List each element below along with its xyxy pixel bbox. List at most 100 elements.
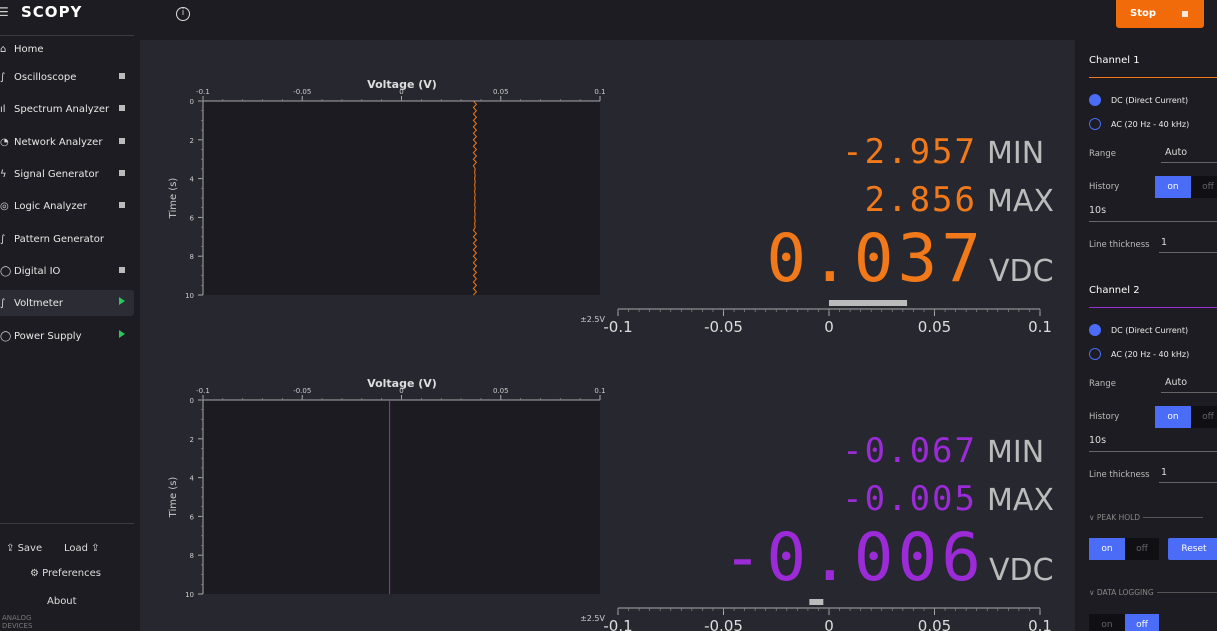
reset-button[interactable]: Reset (1168, 538, 1217, 560)
sidebar: ☰ SCOPY ⌂ Home ∫ Oscilloscope ıl Spectrum Ana… (0, 0, 140, 631)
min-label: MIN (987, 136, 1044, 171)
bar-tick-label: -0.05 (704, 318, 743, 336)
section-divider (1156, 592, 1217, 593)
sidebar-item-spectrum-analyzer[interactable]: ıl Spectrum Analyzer (0, 96, 134, 122)
line-thickness-label: Line thickness (1089, 470, 1150, 480)
bar-tick-label: -0.1 (603, 318, 632, 336)
x-tick-label: 0.05 (493, 387, 509, 395)
range-label: Range (1089, 149, 1116, 159)
history-duration[interactable]: 10s (1089, 435, 1106, 446)
y-tick-label: 4 (190, 475, 195, 483)
line-thickness-label: Line thickness (1089, 240, 1150, 250)
history-duration[interactable]: 10s (1089, 205, 1106, 216)
y-tick-label: 4 (190, 176, 195, 184)
stopped-indicator-icon[interactable] (119, 267, 125, 273)
dc-radio[interactable] (1089, 324, 1101, 336)
digital-io-icon: ◯ (0, 265, 12, 277)
about-button[interactable]: About (47, 596, 77, 607)
range-label: ±2.5V (580, 315, 605, 324)
range-select[interactable]: Auto (1165, 377, 1187, 388)
sidebar-item-pattern-generator[interactable]: ∫ Pattern Generator (0, 226, 134, 252)
preferences-button[interactable]: ⚙ Preferences (30, 568, 101, 579)
x-tick-label: 0 (399, 387, 403, 395)
stopped-indicator-icon[interactable] (119, 170, 125, 176)
value-bar (829, 300, 908, 306)
network-icon: ◔ (0, 136, 9, 148)
data-logging-off[interactable]: off (1125, 614, 1159, 631)
plot-area (203, 400, 600, 594)
brand: ☰ SCOPY (0, 0, 140, 30)
dc-label: DC (Direct Current) (1111, 326, 1189, 335)
sidebar-item-oscilloscope[interactable]: ∫ Oscilloscope (0, 64, 134, 90)
ac-radio[interactable] (1089, 348, 1101, 360)
stopped-indicator-icon[interactable] (119, 73, 125, 79)
ac-label: AC (20 Hz - 40 kHz) (1111, 120, 1190, 129)
sidebar-item-digital-io[interactable]: ◯ Digital IO (0, 258, 134, 284)
sidebar-item-signal-generator[interactable]: ϟ Signal Generator (0, 161, 134, 187)
menu-icon[interactable]: ☰ (0, 5, 9, 19)
peak-hold-off[interactable]: off (1125, 538, 1159, 560)
data-logging-title[interactable]: ∨ DATA LOGGING (1089, 588, 1154, 597)
line-thickness-input[interactable]: 1 (1161, 467, 1167, 478)
bar-tick-label: 0.05 (918, 617, 951, 631)
sidebar-item-voltmeter[interactable]: ∫ Voltmeter (0, 290, 134, 316)
sidebar-item-home[interactable]: ⌂ Home (0, 36, 134, 62)
y-tick-label: 8 (190, 253, 194, 261)
y-tick-label: 10 (185, 591, 194, 599)
sidebar-item-network-analyzer[interactable]: ◔ Network Analyzer (0, 129, 134, 155)
history-on[interactable]: on (1155, 406, 1191, 428)
sidebar-item-label: Logic Analyzer (14, 200, 87, 212)
history-off[interactable]: off (1191, 406, 1217, 428)
sidebar-item-logic-analyzer[interactable]: ◎ Logic Analyzer (0, 193, 134, 219)
data-logging-toggle[interactable]: on off (1089, 614, 1159, 631)
bar-tick-label: -0.05 (704, 617, 743, 631)
history-on[interactable]: on (1155, 176, 1191, 198)
history-toggle[interactable]: on off (1155, 406, 1217, 428)
settings-panel: Channel 1 DC (Direct Current) AC (20 Hz - … (1075, 40, 1217, 631)
home-icon: ⌂ (0, 43, 7, 55)
history-off[interactable]: off (1191, 176, 1217, 198)
app-logo: SCOPY (21, 3, 83, 21)
stopped-indicator-icon[interactable] (119, 138, 125, 144)
range-underline (1161, 392, 1217, 393)
peak-hold-title[interactable]: ∨ PEAK HOLD (1089, 513, 1140, 522)
sidebar-item-label: Pattern Generator (14, 233, 104, 245)
ac-radio[interactable] (1089, 118, 1101, 130)
sidebar-item-power-supply[interactable]: ◯ Power Supply (0, 323, 134, 349)
y-tick-label: 6 (190, 214, 195, 222)
load-button[interactable]: Load ⇪ (64, 543, 100, 554)
channel-underline (1089, 77, 1217, 78)
data-logging-on[interactable]: on (1089, 614, 1125, 631)
running-indicator-icon[interactable] (119, 330, 125, 338)
stopped-indicator-icon[interactable] (119, 202, 125, 208)
thickness-underline (1159, 252, 1217, 253)
y-axis-label: Time (s) (168, 178, 179, 220)
sidebar-item-label: Power Supply (14, 330, 82, 342)
pattern-icon: ∫ (0, 233, 6, 245)
x-tick-label: -0.05 (293, 88, 311, 96)
info-icon[interactable]: i (176, 7, 190, 21)
stopped-indicator-icon[interactable] (119, 105, 125, 111)
duration-underline (1089, 221, 1217, 222)
sidebar-item-label: Digital IO (14, 265, 61, 277)
range-select[interactable]: Auto (1165, 147, 1187, 158)
sidebar-item-label: Network Analyzer (14, 136, 103, 148)
dc-radio[interactable] (1089, 94, 1101, 106)
stop-button[interactable]: Stop (1116, 0, 1204, 28)
history-toggle[interactable]: on off (1155, 176, 1217, 198)
running-indicator-icon[interactable] (119, 297, 125, 305)
history-label: History (1089, 182, 1120, 192)
dc-label: DC (Direct Current) (1111, 96, 1189, 105)
ac-label: AC (20 Hz - 40 kHz) (1111, 350, 1190, 359)
peak-hold-toggle[interactable]: on off (1089, 538, 1159, 560)
x-tick-label: -0.05 (293, 387, 311, 395)
line-thickness-input[interactable]: 1 (1161, 237, 1167, 248)
save-button[interactable]: ⇪ Save (6, 543, 42, 554)
y-axis-label: Time (s) (168, 477, 179, 519)
peak-hold-on[interactable]: on (1089, 538, 1125, 560)
x-tick-label: 0.05 (493, 88, 509, 96)
signal-icon: ϟ (0, 168, 7, 180)
unit-label: VDC (989, 553, 1054, 588)
x-tick-label: -0.1 (196, 88, 210, 96)
max-value: -0.005 (842, 479, 977, 519)
